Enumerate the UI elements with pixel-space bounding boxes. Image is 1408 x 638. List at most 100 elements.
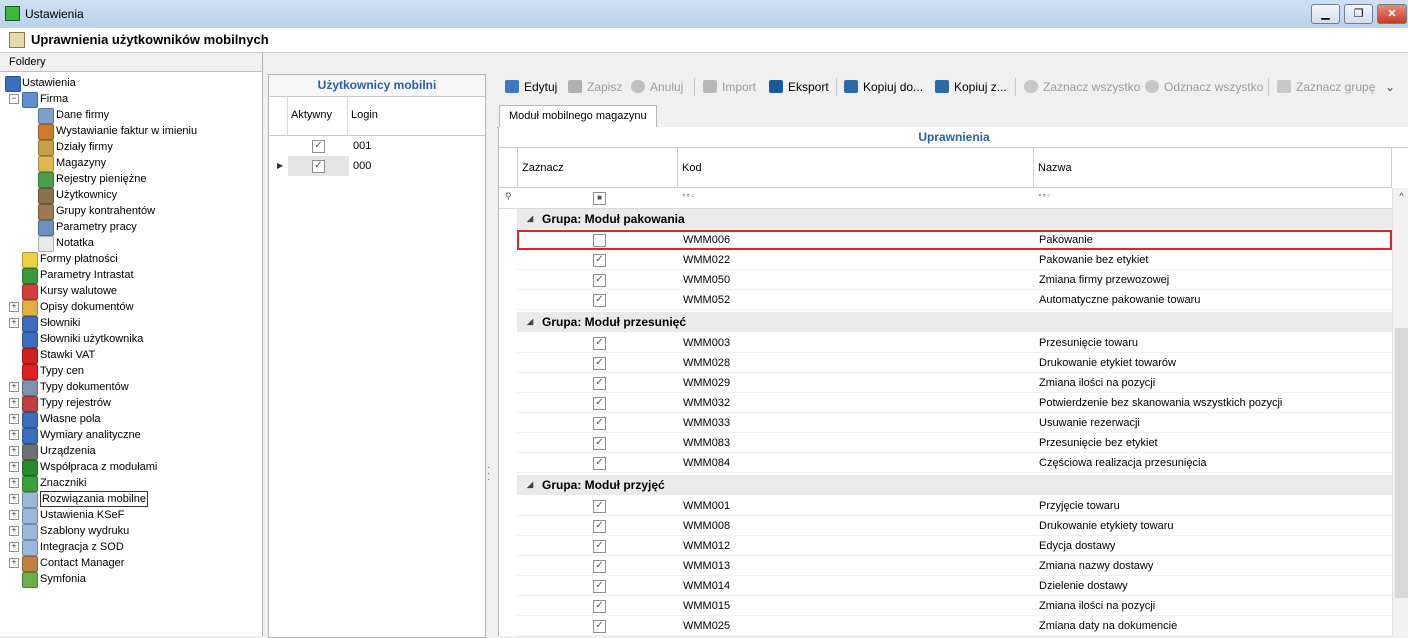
expand-icon[interactable]: + bbox=[9, 382, 19, 392]
tree-item-label: Typy dokumentów bbox=[40, 381, 129, 393]
folder-icon bbox=[22, 428, 38, 444]
permission-checkbox[interactable]: ✓ bbox=[593, 274, 606, 287]
export-button[interactable]: Eksport bbox=[769, 79, 829, 95]
vertical-scrollbar[interactable]: ^ bbox=[1392, 188, 1408, 636]
expand-icon[interactable]: + bbox=[9, 510, 19, 520]
toolbar-overflow-icon[interactable]: ⌄ bbox=[1385, 79, 1395, 95]
permission-row[interactable]: ✓ WMM022 Pakowanie bez etykiet bbox=[517, 250, 1392, 270]
permission-checkbox[interactable]: ✓ bbox=[593, 620, 606, 633]
group-row[interactable]: ◢ Grupa: Moduł przesunięć bbox=[517, 312, 1392, 332]
expand-icon[interactable]: + bbox=[9, 318, 19, 328]
group-row[interactable]: ◢ Grupa: Moduł pakowania bbox=[517, 209, 1392, 229]
minimize-button[interactable]: ▁ bbox=[1311, 4, 1340, 24]
user-active-checkbox[interactable]: ✓ bbox=[312, 140, 325, 153]
permission-checkbox[interactable]: ✓ bbox=[593, 457, 606, 470]
splitter-grip[interactable]: · · · bbox=[487, 463, 490, 485]
collapse-icon[interactable]: − bbox=[9, 94, 19, 104]
permission-row[interactable]: ✓ WMM013 Zmiana nazwy dostawy bbox=[517, 556, 1392, 576]
cancel-button[interactable]: Anuluj bbox=[631, 79, 683, 95]
users-header: Aktywny Login bbox=[269, 97, 485, 136]
permission-checkbox[interactable]: ✓ bbox=[593, 377, 606, 390]
select-group-button[interactable]: Zaznacz grupę bbox=[1277, 79, 1375, 95]
column-check[interactable]: Zaznacz bbox=[522, 162, 564, 174]
permission-row[interactable]: ✓ WMM001 Przyjęcie towaru bbox=[517, 496, 1392, 516]
column-login[interactable]: Login bbox=[351, 109, 378, 121]
user-row-selected[interactable]: ▶ ✓ 000 bbox=[269, 156, 485, 176]
expand-icon[interactable]: + bbox=[9, 430, 19, 440]
permission-checkbox[interactable]: ✓ bbox=[593, 357, 606, 370]
collapse-group-icon[interactable]: ◢ bbox=[527, 209, 533, 229]
permission-row[interactable]: ✓ WMM032 Potwierdzenie bez skanowania wszy… bbox=[517, 393, 1392, 413]
permission-checkbox[interactable]: ✓ bbox=[593, 580, 606, 593]
permission-checkbox[interactable]: ✓ bbox=[593, 397, 606, 410]
expand-icon[interactable]: + bbox=[9, 302, 19, 312]
filter-name-icon[interactable]: ᴿᴮᶜ bbox=[1038, 193, 1051, 201]
permission-checkbox[interactable]: ✓ bbox=[593, 437, 606, 450]
permission-row[interactable]: ✓ WMM025 Zmiana daty na dokumencie bbox=[517, 616, 1392, 636]
collapse-group-icon[interactable]: ◢ bbox=[527, 475, 533, 495]
permission-row[interactable]: ✓ WMM033 Usuwanie rezerwacji bbox=[517, 413, 1392, 433]
folders-panel: Foldery Ustawienia − Firma Dane firmy Wystaw… bbox=[0, 53, 263, 636]
deselect-all-button[interactable]: Odznacz wszystko bbox=[1145, 79, 1263, 95]
permission-checkbox[interactable]: ✓ bbox=[593, 337, 606, 350]
permission-row[interactable]: ✓ WMM050 Zmiana firmy przewozowej bbox=[517, 270, 1392, 290]
scroll-up-icon[interactable]: ^ bbox=[1393, 188, 1408, 204]
expand-icon[interactable]: + bbox=[9, 446, 19, 456]
permission-row[interactable]: ✓ WMM084 Częściowa realizacja przesunięcia bbox=[517, 453, 1392, 473]
copy-to-button[interactable]: Kopiuj do... bbox=[844, 79, 923, 95]
import-button[interactable]: Import bbox=[703, 79, 756, 95]
permission-checkbox[interactable]: ✓ bbox=[593, 417, 606, 430]
maximize-button[interactable]: ❐ bbox=[1344, 4, 1373, 24]
expand-icon[interactable]: + bbox=[9, 398, 19, 408]
permission-checkbox[interactable]: ✓ bbox=[593, 520, 606, 533]
expand-icon[interactable]: + bbox=[9, 526, 19, 536]
close-button[interactable]: ✕ bbox=[1377, 4, 1407, 24]
permission-checkbox[interactable]: ✓ bbox=[593, 560, 606, 573]
permission-row[interactable]: ✓ WMM052 Automatyczne pakowanie towaru bbox=[517, 290, 1392, 310]
filter-code-icon[interactable]: ᴿᴮᶜ bbox=[682, 193, 695, 201]
filter-check-all[interactable]: ■ bbox=[593, 192, 606, 205]
expand-icon[interactable]: + bbox=[9, 542, 19, 552]
permission-row[interactable]: ✓ WMM015 Zmiana ilości na pozycji bbox=[517, 596, 1392, 616]
permission-row[interactable]: ✓ WMM003 Przesunięcie towaru bbox=[517, 333, 1392, 353]
permission-checkbox[interactable] bbox=[593, 234, 606, 247]
column-name[interactable]: Nazwa bbox=[1038, 162, 1072, 174]
tree-item-label: Użytkownicy bbox=[56, 189, 118, 201]
expand-icon[interactable]: + bbox=[9, 494, 19, 504]
permission-checkbox[interactable]: ✓ bbox=[593, 540, 606, 553]
save-button[interactable]: Zapisz bbox=[568, 79, 622, 95]
permission-checkbox[interactable]: ✓ bbox=[593, 500, 606, 513]
permission-checkbox[interactable]: ✓ bbox=[593, 294, 606, 307]
expand-icon[interactable]: + bbox=[9, 558, 19, 568]
scroll-thumb[interactable] bbox=[1395, 328, 1408, 598]
user-row[interactable]: ✓ 001 bbox=[269, 136, 485, 156]
permission-row[interactable]: ✓ WMM029 Zmiana ilości na pozycji bbox=[517, 373, 1392, 393]
group-row[interactable]: ◢ Grupa: Moduł przyjęć bbox=[517, 475, 1392, 495]
collapse-group-icon[interactable]: ◢ bbox=[527, 312, 533, 332]
permission-row[interactable]: ✓ WMM012 Edycja dostawy bbox=[517, 536, 1392, 556]
grid-title: Uprawnienia bbox=[499, 127, 1408, 148]
permission-checkbox[interactable]: ✓ bbox=[593, 254, 606, 267]
copy-from-icon bbox=[935, 80, 949, 93]
permission-row[interactable]: WMM006 Pakowanie bbox=[517, 230, 1392, 250]
user-active-checkbox[interactable]: ✓ bbox=[312, 160, 325, 173]
user-login: 001 bbox=[353, 140, 372, 152]
column-active[interactable]: Aktywny bbox=[291, 109, 332, 121]
tree-item-label: Ustawienia KSeF bbox=[40, 509, 125, 521]
copy-from-button[interactable]: Kopiuj z... bbox=[935, 79, 1007, 95]
permission-code: WMM052 bbox=[683, 294, 731, 306]
expand-icon[interactable]: + bbox=[9, 478, 19, 488]
expand-icon[interactable]: + bbox=[9, 462, 19, 472]
permission-row[interactable]: ✓ WMM083 Przesunięcie bez etykiet bbox=[517, 433, 1392, 453]
select-all-button[interactable]: Zaznacz wszystko bbox=[1024, 79, 1140, 95]
edit-button[interactable]: Edytuj bbox=[505, 79, 557, 95]
select-group-icon bbox=[1277, 80, 1291, 93]
column-code[interactable]: Kod bbox=[682, 162, 702, 174]
permission-row[interactable]: ✓ WMM014 Dzielenie dostawy bbox=[517, 576, 1392, 596]
expand-icon[interactable]: + bbox=[9, 414, 19, 424]
permission-row[interactable]: ✓ WMM008 Drukowanie etykiety towaru bbox=[517, 516, 1392, 536]
permission-checkbox[interactable]: ✓ bbox=[593, 600, 606, 613]
permission-row[interactable]: ✓ WMM028 Drukowanie etykiet towarów bbox=[517, 353, 1392, 373]
permission-code: WMM012 bbox=[683, 540, 731, 552]
tab-mobile-warehouse[interactable]: Moduł mobilnego magazynu bbox=[499, 105, 657, 127]
